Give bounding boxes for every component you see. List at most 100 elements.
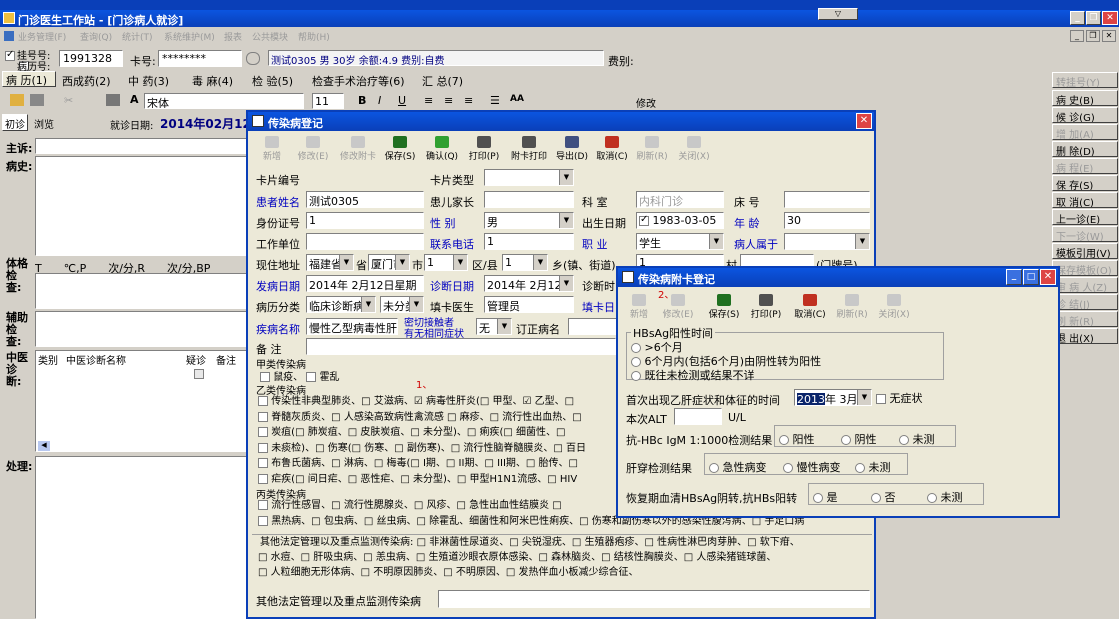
class-b-line[interactable]: 炭疽(□ 肺炭疽、□ 皮肤炭疽、□ 未分型)、□ 痢疾(□ 细菌性、□ xyxy=(258,425,618,441)
exam-input[interactable] xyxy=(35,273,250,309)
side-btn-next[interactable]: 下一诊(W) xyxy=(1052,226,1118,242)
paste-icon[interactable] xyxy=(106,94,120,106)
other-line[interactable]: □ 水痘、□ 肝吸虫病、□ 恙虫病、□ 生殖道沙眼衣原体感染、□ 森林脑炎、□ … xyxy=(252,550,872,565)
class2-select[interactable]: 未分类 ▼ xyxy=(380,296,424,313)
disease-checkbox[interactable] xyxy=(258,396,268,406)
class-b-line[interactable]: 未痰检)、□ 伤寒(□ 伤寒、□ 副伤寒)、□ 流行性脑脊髓膜炎、□ 百日 xyxy=(258,441,618,457)
dialog2-maximize-button[interactable]: □ xyxy=(1023,269,1039,285)
phone-input[interactable]: 1 xyxy=(484,233,574,250)
italic-icon[interactable]: I xyxy=(378,94,381,107)
align-center-icon[interactable]: ≡ xyxy=(444,94,453,107)
recover-no[interactable]: 否 xyxy=(871,489,896,505)
dialog2-minimize-button[interactable]: _ xyxy=(1006,269,1022,285)
menu-item[interactable]: 公共模块 xyxy=(252,30,288,43)
radio[interactable] xyxy=(841,435,851,445)
complaint-input[interactable] xyxy=(35,138,250,154)
side-btn-refresh[interactable]: 刷 新(R) xyxy=(1052,311,1118,327)
new-button[interactable]: 新增 xyxy=(254,136,290,162)
tab-summary[interactable]: 汇 总(7) xyxy=(422,73,463,89)
collapse-handle[interactable]: ▽ xyxy=(818,8,858,20)
doubt-checkbox[interactable] xyxy=(194,369,204,379)
font-color-icon[interactable]: A xyxy=(130,93,139,106)
class-select[interactable]: 临床诊断病 ▼ xyxy=(306,296,376,313)
side-btn-cancel[interactable]: 取 消(C) xyxy=(1052,192,1118,208)
print-button[interactable]: 打印(P) xyxy=(748,294,784,320)
menu-item[interactable]: 业务管理(F) xyxy=(18,30,66,43)
doctor-input[interactable]: 管理员 xyxy=(484,296,574,313)
liver-acute[interactable]: 急性病变 xyxy=(709,459,767,475)
job-select[interactable]: 学生 ▼ xyxy=(636,233,724,250)
cholera-checkbox[interactable] xyxy=(306,372,317,382)
hbc-positive[interactable]: 阳性 xyxy=(779,431,815,447)
revised-input[interactable] xyxy=(568,318,618,335)
disease-input[interactable]: 慢性乙型病毒性肝 xyxy=(306,318,398,335)
side-btn-prev[interactable]: 上一诊(E) xyxy=(1052,209,1118,225)
radio[interactable] xyxy=(855,463,865,473)
print-icon[interactable] xyxy=(30,94,44,106)
history-input[interactable] xyxy=(35,156,250,256)
first-date-input[interactable]: 2013年 3月 ▼ xyxy=(794,389,872,406)
hbc-negative[interactable]: 阴性 xyxy=(841,431,877,447)
menu-item[interactable]: 帮助(H) xyxy=(298,30,330,43)
edit-button[interactable]: 修改(E) xyxy=(294,136,332,162)
diag-date-input[interactable]: 2014年 2月12 ▼ xyxy=(484,275,574,292)
tab-exam[interactable]: 检查手术治疗等(6) xyxy=(312,73,405,89)
modify-button[interactable]: 修改 xyxy=(636,95,656,110)
prov-select[interactable]: 福建省 ▼ xyxy=(306,254,354,271)
side-btn-template[interactable]: 模板引用(V) xyxy=(1052,243,1118,259)
work-input[interactable] xyxy=(306,233,424,250)
liver-untested[interactable]: 未测 xyxy=(855,459,891,475)
disease-checkbox[interactable] xyxy=(258,500,268,510)
disease-checkbox[interactable] xyxy=(258,473,268,484)
edit-card-button[interactable]: 修改附卡 xyxy=(336,136,380,162)
recover-untested[interactable]: 未测 xyxy=(927,489,963,505)
cut-icon[interactable]: ✂ xyxy=(64,94,76,107)
disease-checkbox[interactable] xyxy=(258,442,268,453)
reg-no-input[interactable]: 1991328 xyxy=(59,50,123,67)
menu-item[interactable]: 查询(Q) xyxy=(80,30,112,43)
sex-select[interactable]: 男 ▼ xyxy=(484,212,574,229)
hbs-option-3[interactable]: 既往未检测或结果不详 xyxy=(631,367,755,383)
cancel-button[interactable]: 取消(C) xyxy=(594,136,630,162)
contact-select[interactable]: 无 ▼ xyxy=(476,318,512,335)
town-select[interactable]: 1 ▼ xyxy=(502,254,548,271)
radio[interactable] xyxy=(783,463,793,473)
side-btn-save-template[interactable]: 保存模板(O) xyxy=(1052,260,1118,276)
card-type-select[interactable]: ▼ xyxy=(484,169,574,186)
tab-browse[interactable]: 浏览 xyxy=(34,116,54,131)
radio[interactable] xyxy=(779,435,789,445)
tab-narcotic[interactable]: 毒 麻(4) xyxy=(192,73,233,89)
side-btn-review[interactable]: 审 病 人(Z) xyxy=(1052,277,1118,293)
save-button[interactable]: 保存(S) xyxy=(706,294,742,320)
tab-history[interactable]: 病 历(1) xyxy=(2,71,56,87)
disease-checkbox[interactable] xyxy=(258,515,268,526)
no-symptom[interactable]: 无症状 xyxy=(876,390,923,406)
radio[interactable] xyxy=(813,493,823,503)
close-button[interactable]: ✕ xyxy=(1102,11,1118,25)
district-select[interactable]: 1 ▼ xyxy=(424,254,468,271)
side-btn-transfer[interactable]: 转挂号(Y) xyxy=(1052,72,1118,88)
new-button[interactable]: 新增 xyxy=(622,294,656,320)
recover-yes[interactable]: 是 xyxy=(813,489,838,505)
side-btn-wait[interactable]: 候 诊(G) xyxy=(1052,107,1118,123)
refresh-button[interactable]: 刷新(R) xyxy=(834,294,870,320)
menu-item[interactable]: 系统维护(M) xyxy=(164,30,215,43)
side-btn-finish[interactable]: 诊 结(J) xyxy=(1052,294,1118,310)
class-b-line[interactable]: 脊髓灰质炎、□ 人感染高致病性禽流感 □ 麻疹、□ 流行性出血热、□ xyxy=(258,410,618,426)
no-symptom-checkbox[interactable] xyxy=(876,394,886,404)
align-left-icon[interactable]: ≡ xyxy=(424,94,433,107)
tab-chinese[interactable]: 中 药(3) xyxy=(128,73,169,89)
patient-name-input[interactable]: 测试0305 xyxy=(306,191,424,208)
radio[interactable] xyxy=(709,463,719,473)
side-btn-delete[interactable]: 删 除(D) xyxy=(1052,141,1118,157)
confirm-button[interactable]: 确认(Q) xyxy=(424,136,460,162)
alt-input[interactable] xyxy=(674,408,722,425)
class-b-line[interactable]: 布鲁氏菌病、□ 淋病、□ 梅毒(□ I期、□ II期、□ III期、□ 胎传、□ xyxy=(258,456,618,472)
card-reader-icon[interactable] xyxy=(246,52,260,65)
other-text[interactable]: □ 非淋菌性尿道炎、□ 尖锐湿疣、□ 生殖器疱疹、□ 性病性淋巴肉芽肿、□ 软下… xyxy=(417,537,800,548)
aux-input[interactable] xyxy=(35,311,250,347)
disease-checkbox[interactable] xyxy=(258,411,268,422)
radio[interactable] xyxy=(631,343,641,353)
city-select[interactable]: 厦门市 ▼ xyxy=(368,254,410,271)
bold-icon[interactable]: B xyxy=(358,94,366,107)
